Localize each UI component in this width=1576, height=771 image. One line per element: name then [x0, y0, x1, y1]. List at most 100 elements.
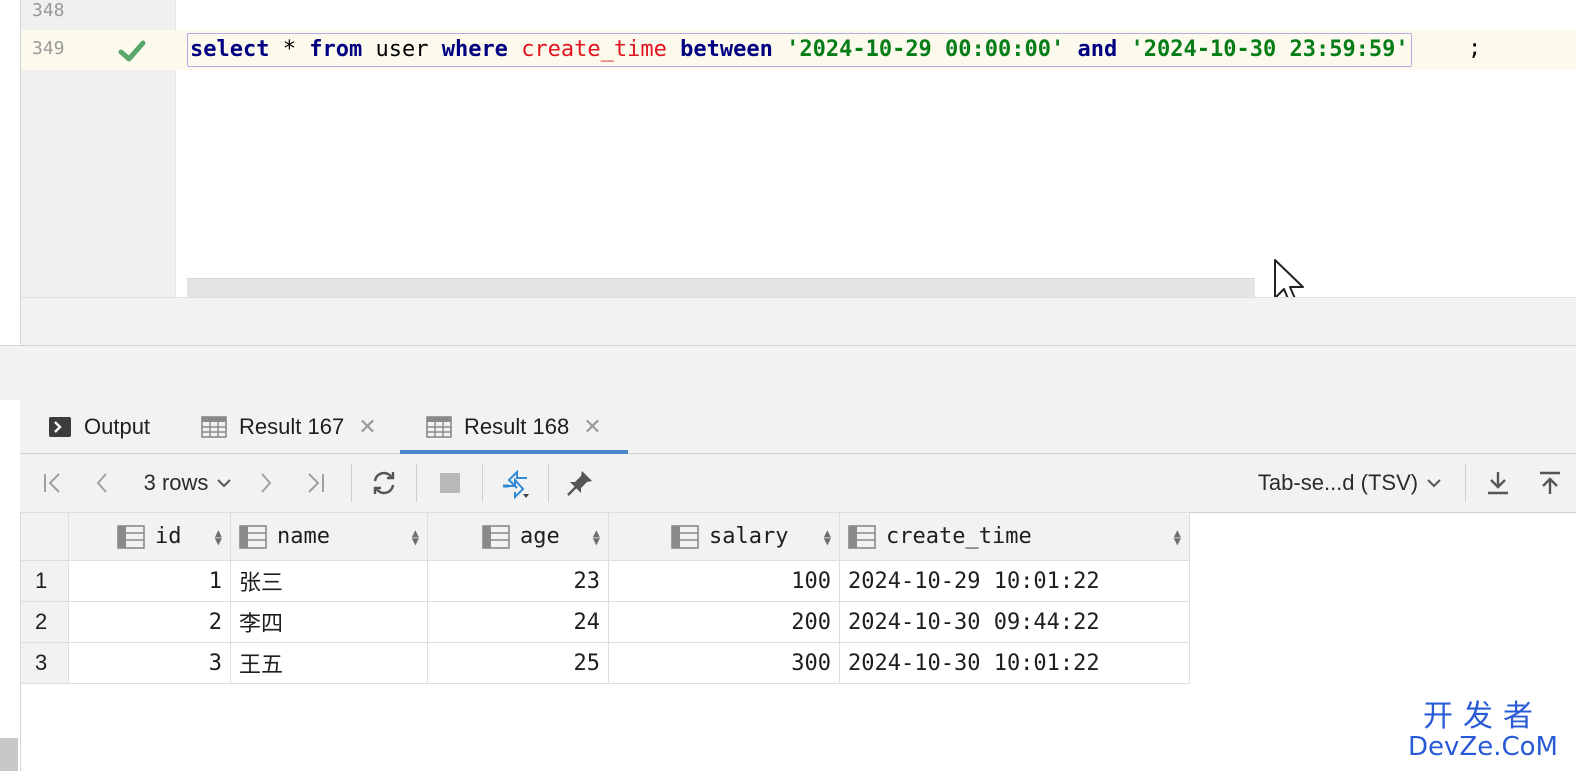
rows-count-label: 3 rows	[143, 470, 209, 495]
column-header-salary[interactable]: salary ▲ ▼	[608, 512, 840, 561]
cell-name[interactable]: 王五	[230, 642, 428, 684]
sql-statement[interactable]: select * from user where create_time bet…	[187, 33, 1412, 67]
stop-icon	[440, 473, 460, 493]
tab-result-167-label: Result 167	[239, 414, 345, 439]
download-icon	[1488, 472, 1508, 495]
keyword-between: between	[680, 37, 773, 62]
grid-header-row: id ▲ ▼ name ▲ ▼ age ▲ ▼ salary ▲ ▼ creat…	[20, 512, 1190, 561]
refresh-button[interactable]	[366, 454, 402, 512]
column-label-create-time: create_time	[886, 524, 1032, 549]
tab-output-label: Output	[84, 414, 151, 439]
tab-result-168[interactable]: Result 168 ✕	[400, 401, 628, 454]
compare-button[interactable]	[496, 454, 536, 512]
cell-create-time[interactable]: 2024-10-29 10:01:22	[839, 560, 1190, 602]
watermark-en: DevZe.CoM	[1408, 732, 1558, 762]
tab-output[interactable]: Output	[48, 401, 150, 453]
last-page-button[interactable]	[298, 454, 334, 512]
cell-create-time[interactable]: 2024-10-30 10:01:22	[839, 642, 1190, 684]
next-page-button[interactable]	[248, 454, 284, 512]
row-number[interactable]: 3	[20, 642, 69, 684]
code-field-name: create_time	[521, 37, 667, 62]
row-number-header	[20, 512, 69, 561]
table-icon	[426, 416, 452, 438]
column-header-create-time[interactable]: create_time ▲ ▼	[839, 512, 1190, 561]
tab-result-167[interactable]: Result 167 ✕	[201, 401, 377, 453]
code-star: *	[269, 37, 310, 62]
table-row[interactable]: 3 3 王五 25 300 2024-10-30 10:01:22	[20, 642, 1190, 684]
sort-icon[interactable]: ▲ ▼	[412, 527, 419, 547]
compare-arrows-icon	[503, 469, 529, 500]
chevron-down-icon	[1427, 479, 1441, 488]
column-label-salary: salary	[709, 524, 789, 549]
first-page-icon	[44, 473, 60, 493]
watermark-cn: 开发者	[1423, 699, 1543, 734]
console-icon	[49, 417, 71, 437]
cell-age[interactable]: 24	[427, 601, 609, 643]
column-icon	[848, 524, 876, 549]
results-tab-bar: Output Result 167 ✕ Result 168 ✕	[20, 401, 1576, 454]
row-number[interactable]: 1	[20, 560, 69, 602]
cell-salary[interactable]: 300	[608, 642, 840, 684]
stop-button[interactable]	[432, 454, 468, 512]
panel-splitter[interactable]	[0, 345, 1576, 402]
horizontal-scrollbar[interactable]	[187, 278, 1255, 298]
cell-id[interactable]: 3	[68, 642, 231, 684]
close-icon[interactable]: ✕	[583, 414, 601, 440]
download-button[interactable]	[1480, 454, 1516, 512]
cell-id[interactable]: 1	[68, 560, 231, 602]
column-label-id: id	[155, 524, 182, 549]
row-number[interactable]: 2	[20, 601, 69, 643]
toolbar-separator	[416, 464, 417, 502]
column-label-name: name	[277, 524, 330, 549]
cell-salary[interactable]: 200	[608, 601, 840, 643]
cell-name[interactable]: 张三	[230, 560, 428, 602]
side-scroll-thumb[interactable]	[0, 738, 18, 771]
column-icon	[671, 524, 699, 549]
column-icon	[482, 524, 510, 549]
table-row[interactable]: 2 2 李四 24 200 2024-10-30 09:44:22	[20, 601, 1190, 643]
pin-icon	[567, 471, 592, 496]
refresh-icon	[373, 471, 395, 495]
left-tool-strip-bottom	[0, 400, 21, 771]
cell-name[interactable]: 李四	[230, 601, 428, 643]
column-header-id[interactable]: id ▲ ▼	[68, 512, 231, 561]
export-format-label: Tab-se...d (TSV)	[1257, 470, 1419, 495]
cell-age[interactable]: 25	[427, 642, 609, 684]
cell-salary[interactable]: 100	[608, 560, 840, 602]
last-page-icon	[308, 473, 324, 493]
code-end-literal: '2024-10-30 23:59:59'	[1130, 37, 1409, 62]
close-icon[interactable]: ✕	[358, 414, 376, 440]
toolbar-separator	[482, 464, 483, 502]
sort-icon[interactable]: ▲ ▼	[215, 527, 222, 547]
column-header-age[interactable]: age ▲ ▼	[427, 512, 609, 561]
toolbar-separator	[1465, 464, 1466, 502]
export-format-dropdown[interactable]: Tab-se...d (TSV)	[1252, 454, 1448, 512]
sort-icon[interactable]: ▲ ▼	[824, 527, 831, 547]
column-icon	[239, 524, 267, 549]
column-header-name[interactable]: name ▲ ▼	[230, 512, 428, 561]
upload-button[interactable]	[1532, 454, 1568, 512]
upload-icon	[1540, 471, 1560, 494]
sort-icon[interactable]: ▲ ▼	[593, 527, 600, 547]
sort-icon[interactable]: ▲ ▼	[1174, 527, 1181, 547]
first-page-button[interactable]	[34, 454, 70, 512]
chevron-left-icon	[96, 473, 107, 493]
line-number-348: 348	[32, 0, 65, 21]
keyword-where: where	[441, 37, 508, 62]
cell-create-time[interactable]: 2024-10-30 09:44:22	[839, 601, 1190, 643]
pin-tab-button[interactable]	[562, 454, 598, 512]
rows-count-dropdown[interactable]: 3 rows	[136, 454, 240, 512]
line-number-349: 349	[32, 38, 65, 59]
cell-id[interactable]: 2	[68, 601, 231, 643]
watermark-logo: 开发者 DevZe.CoM	[1408, 699, 1558, 762]
cell-age[interactable]: 23	[427, 560, 609, 602]
keyword-select: select	[190, 37, 270, 62]
previous-page-button[interactable]	[84, 454, 120, 512]
keyword-and: and	[1077, 37, 1118, 62]
table-row[interactable]: 1 1 张三 23 100 2024-10-29 10:01:22	[20, 560, 1190, 602]
